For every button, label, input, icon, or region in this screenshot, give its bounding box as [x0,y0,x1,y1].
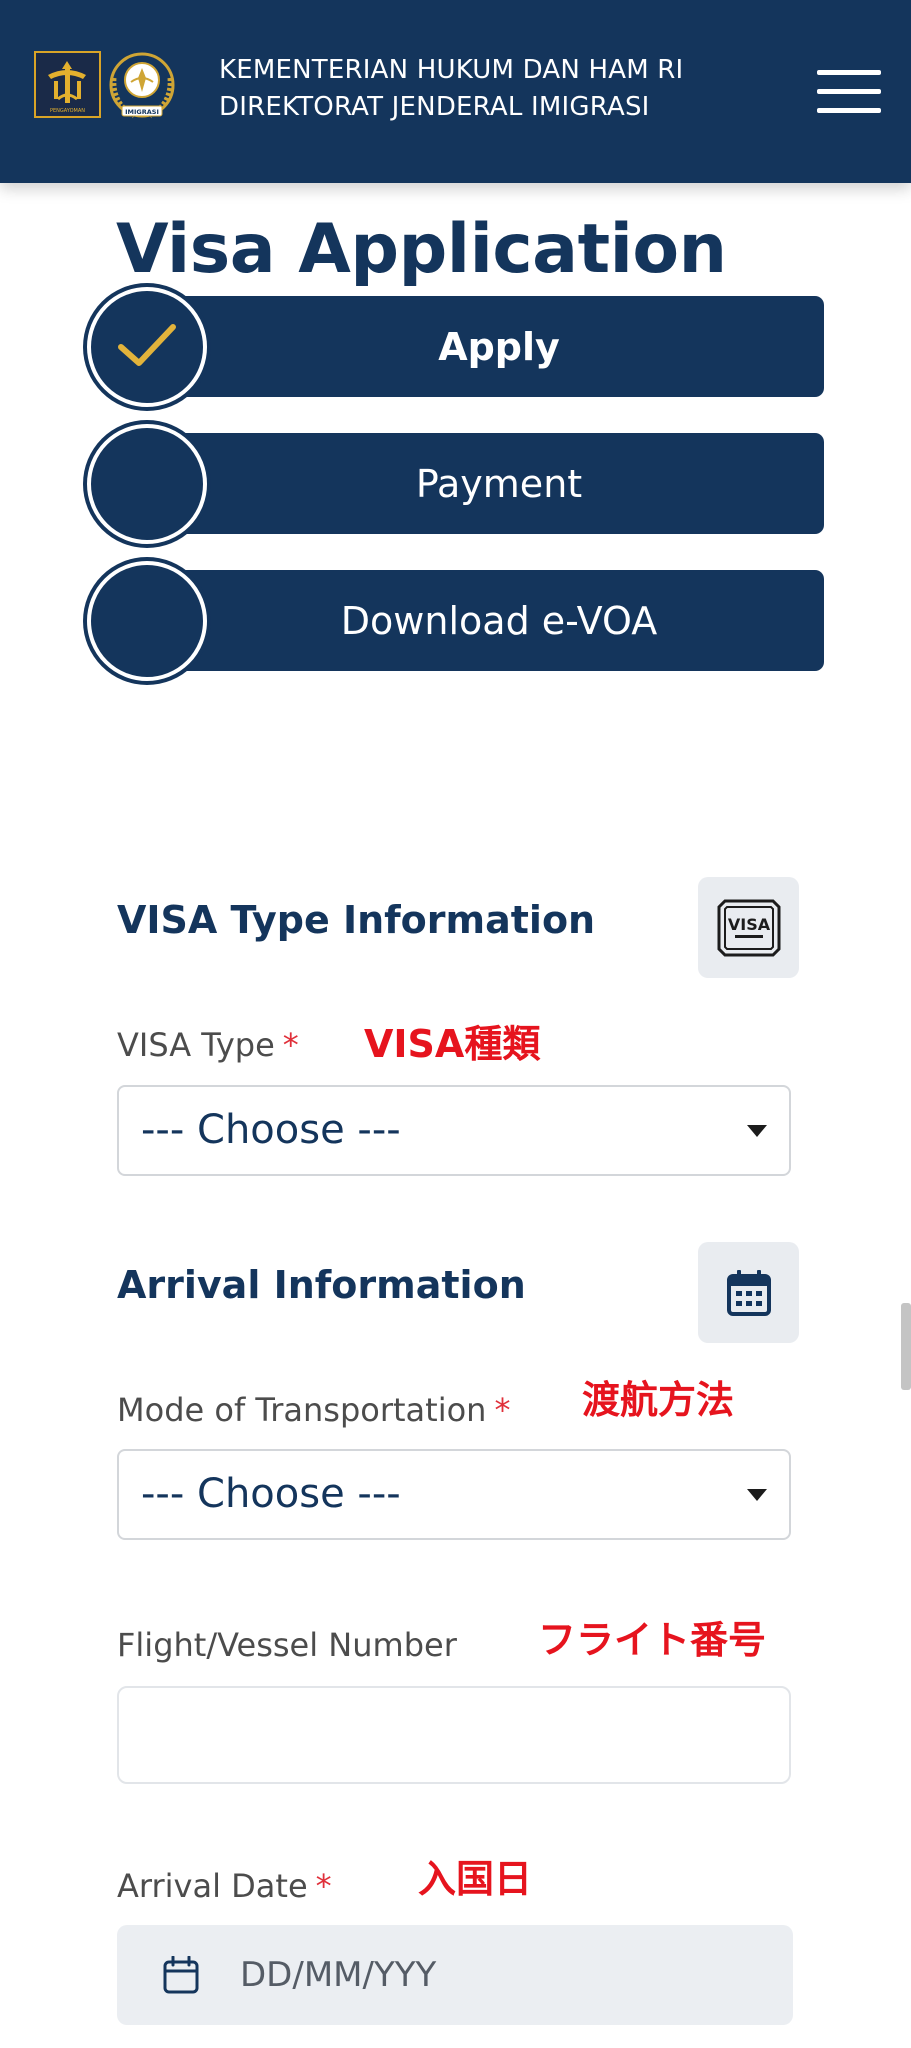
visa-type-label: VISA Type * [117,1025,299,1065]
step-label: Payment [415,461,583,506]
flight-label: Flight/Vessel Number [117,1626,457,1664]
arrival-date-placeholder: DD/MM/YYY [240,1955,437,1995]
step-payment[interactable]: Payment [84,421,824,544]
arrival-date-annotation: 入国日 [418,1857,533,1901]
ministry-title: KEMENTERIAN HUKUM DAN HAM RI DIREKTORAT … [219,52,683,126]
transport-select-value: --- Choose --- [141,1471,401,1517]
transport-label: Mode of Transportation * [117,1390,510,1430]
required-marker: * [315,1867,332,1905]
page-title: Visa Application [116,210,727,289]
step-label: Download e-VOA [340,598,658,643]
arrival-date-label-text: Arrival Date [117,1867,308,1905]
required-marker: * [494,1391,511,1429]
visa-type-select-value: --- Choose --- [141,1107,401,1153]
caret-down-icon [747,1489,767,1501]
flight-annotation: フライト番号 [538,1618,767,1662]
step-indicator-pending [87,424,207,544]
imigrasi-emblem-logo[interactable]: IMIGRASI [104,48,180,124]
transport-select[interactable]: --- Choose --- [117,1449,791,1540]
visa-icon-text: VISA [727,915,770,934]
step-download-evoa[interactable]: Download e-VOA [84,558,824,681]
caret-down-icon [747,1125,767,1137]
calendar-icon [698,1242,799,1343]
step-apply[interactable]: Apply [84,284,824,407]
arrival-date-label: Arrival Date * [117,1866,332,1906]
visa-type-label-text: VISA Type [117,1026,275,1064]
logo2-text: IMIGRASI [125,108,159,116]
visa-section-title: VISA Type Information [117,898,596,942]
transport-label-text: Mode of Transportation [117,1391,487,1429]
calendar-icon [163,1956,199,1994]
ministry-title-line2: DIREKTORAT JENDERAL IMIGRASI [219,92,650,122]
transport-annotation: 渡航方法 [582,1378,735,1422]
flight-number-input[interactable] [117,1686,791,1784]
visa-type-annotation: VISA種類 [364,1022,541,1066]
scrollbar-thumb[interactable] [901,1303,911,1390]
arrival-section-title: Arrival Information [117,1263,526,1307]
step-indicator-pending [87,561,207,681]
visa-card-icon: VISA [698,877,799,978]
hamburger-menu-icon[interactable] [817,70,881,114]
site-header: PENGAYOMAN IMIGRASI KEMENTERIAN HUKUM DA… [0,0,911,183]
arrival-date-input[interactable]: DD/MM/YYY [117,1925,793,2025]
logo1-text: PENGAYOMAN [50,108,85,114]
step-indicator-done [87,287,207,407]
required-marker: * [282,1026,299,1064]
pengayoman-logo[interactable]: PENGAYOMAN [34,51,101,118]
step-label: Apply [438,324,560,369]
check-icon [118,324,176,366]
visa-type-select[interactable]: --- Choose --- [117,1085,791,1176]
ministry-title-line1: KEMENTERIAN HUKUM DAN HAM RI [219,55,684,85]
